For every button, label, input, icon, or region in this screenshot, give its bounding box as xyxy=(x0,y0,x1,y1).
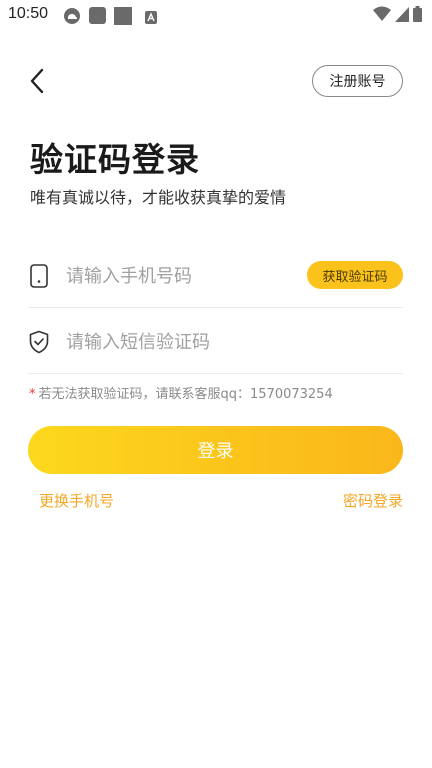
text-a-icon xyxy=(145,9,157,28)
phone-input[interactable] xyxy=(66,260,296,292)
change-phone-link[interactable]: 更换手机号 xyxy=(39,490,114,511)
page-title: 验证码登录 xyxy=(30,140,200,179)
wifi-icon xyxy=(373,6,391,26)
register-button[interactable]: 注册账号 xyxy=(312,65,403,97)
get-code-button[interactable]: 获取验证码 xyxy=(307,261,403,289)
required-star: * xyxy=(29,387,36,402)
phone-input-row: 获取验证码 xyxy=(28,244,403,308)
chevron-left-icon xyxy=(30,68,44,94)
cloud-icon xyxy=(62,7,82,29)
customer-service-hint: * 若无法获取验证码，请联系客服qq：1570073254 xyxy=(29,383,333,402)
shield-check-icon xyxy=(28,330,50,354)
password-login-link[interactable]: 密码登录 xyxy=(343,490,403,511)
battery-icon xyxy=(413,6,422,26)
code-input-row xyxy=(28,310,403,374)
signal-icon xyxy=(395,6,409,26)
phone-icon xyxy=(28,264,50,288)
back-button[interactable] xyxy=(22,64,52,98)
verification-code-input[interactable] xyxy=(66,326,386,358)
status-bar: 10:50 xyxy=(0,0,432,30)
square-icon xyxy=(89,7,106,28)
square-icon xyxy=(114,7,132,29)
status-time: 10:50 xyxy=(8,5,49,22)
login-button[interactable]: 登录 xyxy=(28,426,403,474)
page-subtitle: 唯有真诚以待，才能收获真挚的爱情 xyxy=(30,188,287,207)
hint-text: 若无法获取验证码，请联系客服qq：1570073254 xyxy=(38,387,333,402)
